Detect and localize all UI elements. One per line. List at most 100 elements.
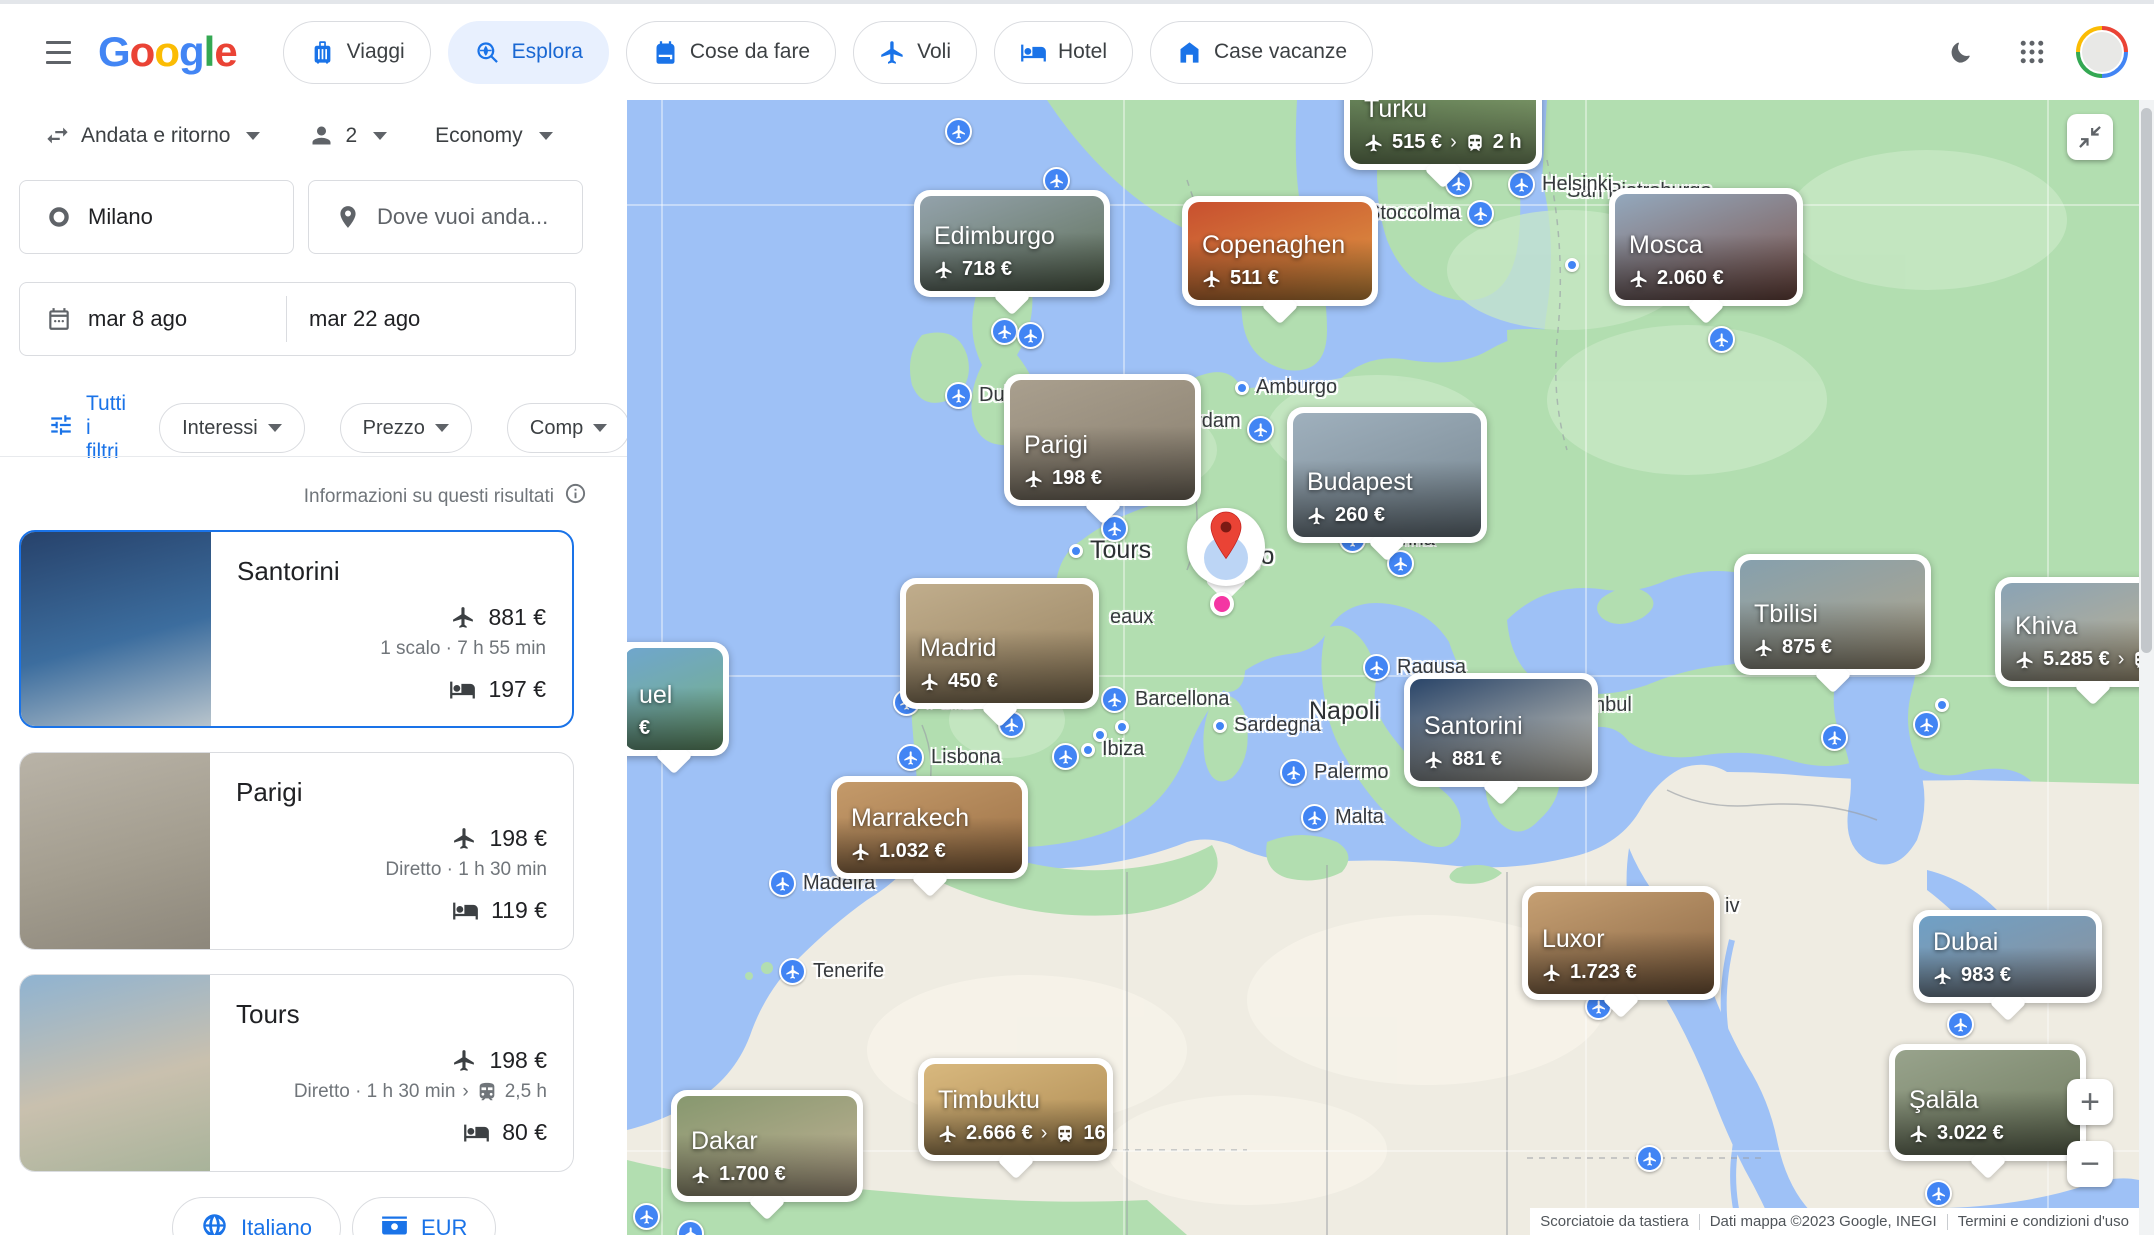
- map-card-luxor[interactable]: Luxor1.723 €: [1522, 886, 1720, 1000]
- map-card-budapest[interactable]: Budapest260 €: [1287, 407, 1487, 543]
- transfer-time: 2 h: [1493, 131, 1522, 154]
- nav-tab-voli[interactable]: Voli: [853, 21, 977, 84]
- depart-date-field[interactable]: mar 8 ago: [20, 283, 286, 355]
- language-button[interactable]: Italiano: [172, 1197, 341, 1235]
- airport-plane-marker[interactable]: [1913, 711, 1940, 738]
- airport-plane-marker[interactable]: [1925, 1180, 1952, 1207]
- result-card-parigi[interactable]: Parigi198 €Diretto · 1 h 30 min119 €: [19, 752, 574, 950]
- plane-marker-icon[interactable]: [1508, 171, 1535, 198]
- map-card-photo: Şalāla3.022 €: [1895, 1050, 2080, 1155]
- attribution-item[interactable]: Termini e condizioni d'uso: [1948, 1213, 2139, 1230]
- zoom-in-button[interactable]: +: [2067, 1079, 2113, 1125]
- city-dot-icon[interactable]: [1081, 743, 1095, 757]
- plane-marker-icon[interactable]: [1363, 654, 1390, 681]
- airport-plane-marker[interactable]: [1636, 1145, 1663, 1172]
- dates-field: mar 8 ago mar 22 ago: [19, 282, 576, 356]
- airport-plane-marker[interactable]: [633, 1203, 660, 1230]
- chevron-down-icon[interactable]: [539, 132, 553, 140]
- map-card-turku[interactable]: Turku515 €›2 h: [1344, 100, 1542, 170]
- map-card-price: 511 €: [1230, 267, 1279, 290]
- map-card-city: Dakar: [691, 1127, 758, 1156]
- map-card-photo: Timbuktu2.666 €›16 h: [924, 1064, 1107, 1155]
- map-card-photo: uel€: [627, 648, 723, 750]
- result-card-tours[interactable]: Tours198 €Diretto · 1 h 30 min›2,5 h80 €: [19, 974, 574, 1172]
- main-menu-button[interactable]: [22, 16, 94, 88]
- map-label-text: Lisbona: [931, 746, 1001, 769]
- plane-marker-icon[interactable]: [1467, 200, 1494, 227]
- map-card-khiva[interactable]: Khiva5.285 €›: [1995, 577, 2139, 687]
- page-scrollbar[interactable]: [2139, 100, 2154, 1235]
- filter-chip-comp[interactable]: Comp: [507, 403, 627, 453]
- chevron-down-icon[interactable]: [373, 132, 387, 140]
- result-prices: 881 €1 scalo · 7 h 55 min197 €: [380, 604, 546, 703]
- filter-chip-interessi[interactable]: Interessi: [159, 403, 305, 453]
- map-card-edimburgo[interactable]: Edimburgo718 €: [914, 190, 1110, 297]
- plane-marker-icon[interactable]: [897, 744, 924, 771]
- cabin-class-select[interactable]: Economy: [435, 124, 523, 148]
- map-card-parigi[interactable]: Parigi198 €: [1004, 374, 1201, 506]
- airport-plane-marker[interactable]: [1821, 724, 1848, 751]
- destination-field[interactable]: Dove vuoi anda...: [308, 180, 583, 254]
- logo-letter: o: [154, 28, 179, 75]
- map-card-dubai[interactable]: Dubai983 €: [1913, 910, 2102, 1003]
- map-card-uel[interactable]: uel€: [627, 642, 729, 756]
- city-dot-marker[interactable]: [1115, 720, 1129, 734]
- origin-field[interactable]: Milano: [19, 180, 294, 254]
- city-dot-marker[interactable]: [1565, 258, 1579, 272]
- map-card-mosca[interactable]: Mosca2.060 €: [1609, 188, 1803, 306]
- map-card-tbilisi[interactable]: Tbilisi875 €: [1734, 554, 1931, 675]
- plane-marker-icon[interactable]: [1101, 686, 1128, 713]
- city-dot-icon[interactable]: [1069, 544, 1083, 558]
- trip-type-select[interactable]: Andata e ritorno: [81, 124, 230, 148]
- city-dot-icon[interactable]: [1235, 381, 1249, 395]
- map-card-copenaghen[interactable]: Copenaghen511 €: [1182, 196, 1378, 306]
- filter-chips: Interessi Prezzo Comp: [159, 403, 627, 453]
- nav-tab-cose-da-fare[interactable]: Cose da fare: [626, 21, 836, 84]
- map-card-santorini[interactable]: Santorini881 €: [1404, 673, 1598, 787]
- dark-mode-icon[interactable]: [1928, 22, 1988, 82]
- airport-plane-marker[interactable]: [1052, 743, 1079, 770]
- nav-tab-viaggi[interactable]: Viaggi: [283, 21, 431, 84]
- nav-tab-esplora[interactable]: Esplora: [448, 21, 609, 84]
- filter-chip-prezzo[interactable]: Prezzo: [340, 403, 472, 453]
- nav-tab-case-vacanze[interactable]: Case vacanze: [1150, 21, 1373, 84]
- collapse-map-button[interactable]: [2067, 114, 2113, 160]
- map-card-timbuktu[interactable]: Timbuktu2.666 €›16 h: [918, 1058, 1113, 1161]
- map-card-al-la[interactable]: Şalāla3.022 €: [1889, 1044, 2086, 1161]
- map-card-marrakech[interactable]: Marrakech1.032 €: [831, 776, 1028, 879]
- info-icon[interactable]: [564, 482, 587, 511]
- plane-marker-icon[interactable]: [945, 382, 972, 409]
- person-icon: [308, 122, 335, 149]
- plane-marker-icon[interactable]: [779, 958, 806, 985]
- google-logo[interactable]: Google: [98, 28, 237, 76]
- airport-plane-marker[interactable]: [945, 118, 972, 145]
- attribution-item[interactable]: Scorciatoie da tastiera: [1530, 1213, 1698, 1230]
- all-filters-button[interactable]: Tutti i filtri: [48, 392, 126, 464]
- airport-plane-marker[interactable]: [991, 318, 1018, 345]
- city-dot-icon[interactable]: [1213, 719, 1227, 733]
- result-card-santorini[interactable]: Santorini 881 €1 scalo · 7 h 55 min197 €: [19, 530, 574, 728]
- airport-plane-marker[interactable]: [1247, 416, 1274, 443]
- airport-plane-marker[interactable]: [1017, 322, 1044, 349]
- map-card-madrid[interactable]: Madrid450 €: [900, 578, 1099, 709]
- account-avatar[interactable]: [2076, 26, 2128, 78]
- nav-tab-hotel[interactable]: Hotel: [994, 21, 1133, 84]
- google-apps-icon[interactable]: [2002, 22, 2062, 82]
- result-city: Santorini: [237, 556, 546, 587]
- scrollbar-thumb[interactable]: [2141, 108, 2152, 653]
- return-date-field[interactable]: mar 22 ago: [287, 283, 575, 355]
- passengers-select[interactable]: 2: [345, 124, 357, 148]
- map-label-eaux: eaux: [1110, 606, 1153, 629]
- airport-plane-marker[interactable]: [1947, 1011, 1974, 1038]
- plane-marker-icon[interactable]: [769, 870, 796, 897]
- explore-map[interactable]: + − Scorciatoie da tastieraDati mappa ©2…: [627, 100, 2139, 1235]
- map-card-dakar[interactable]: Dakar1.700 €: [671, 1090, 863, 1202]
- city-dot-marker[interactable]: [1935, 698, 1949, 712]
- currency-button[interactable]: EUR: [352, 1197, 496, 1235]
- zoom-out-button[interactable]: −: [2067, 1141, 2113, 1187]
- plane-marker-icon[interactable]: [1301, 804, 1328, 831]
- flight-icon: [1909, 1124, 1929, 1144]
- plane-marker-icon[interactable]: [1280, 759, 1307, 786]
- chevron-down-icon[interactable]: [246, 132, 260, 140]
- airport-plane-marker[interactable]: [1708, 326, 1735, 353]
